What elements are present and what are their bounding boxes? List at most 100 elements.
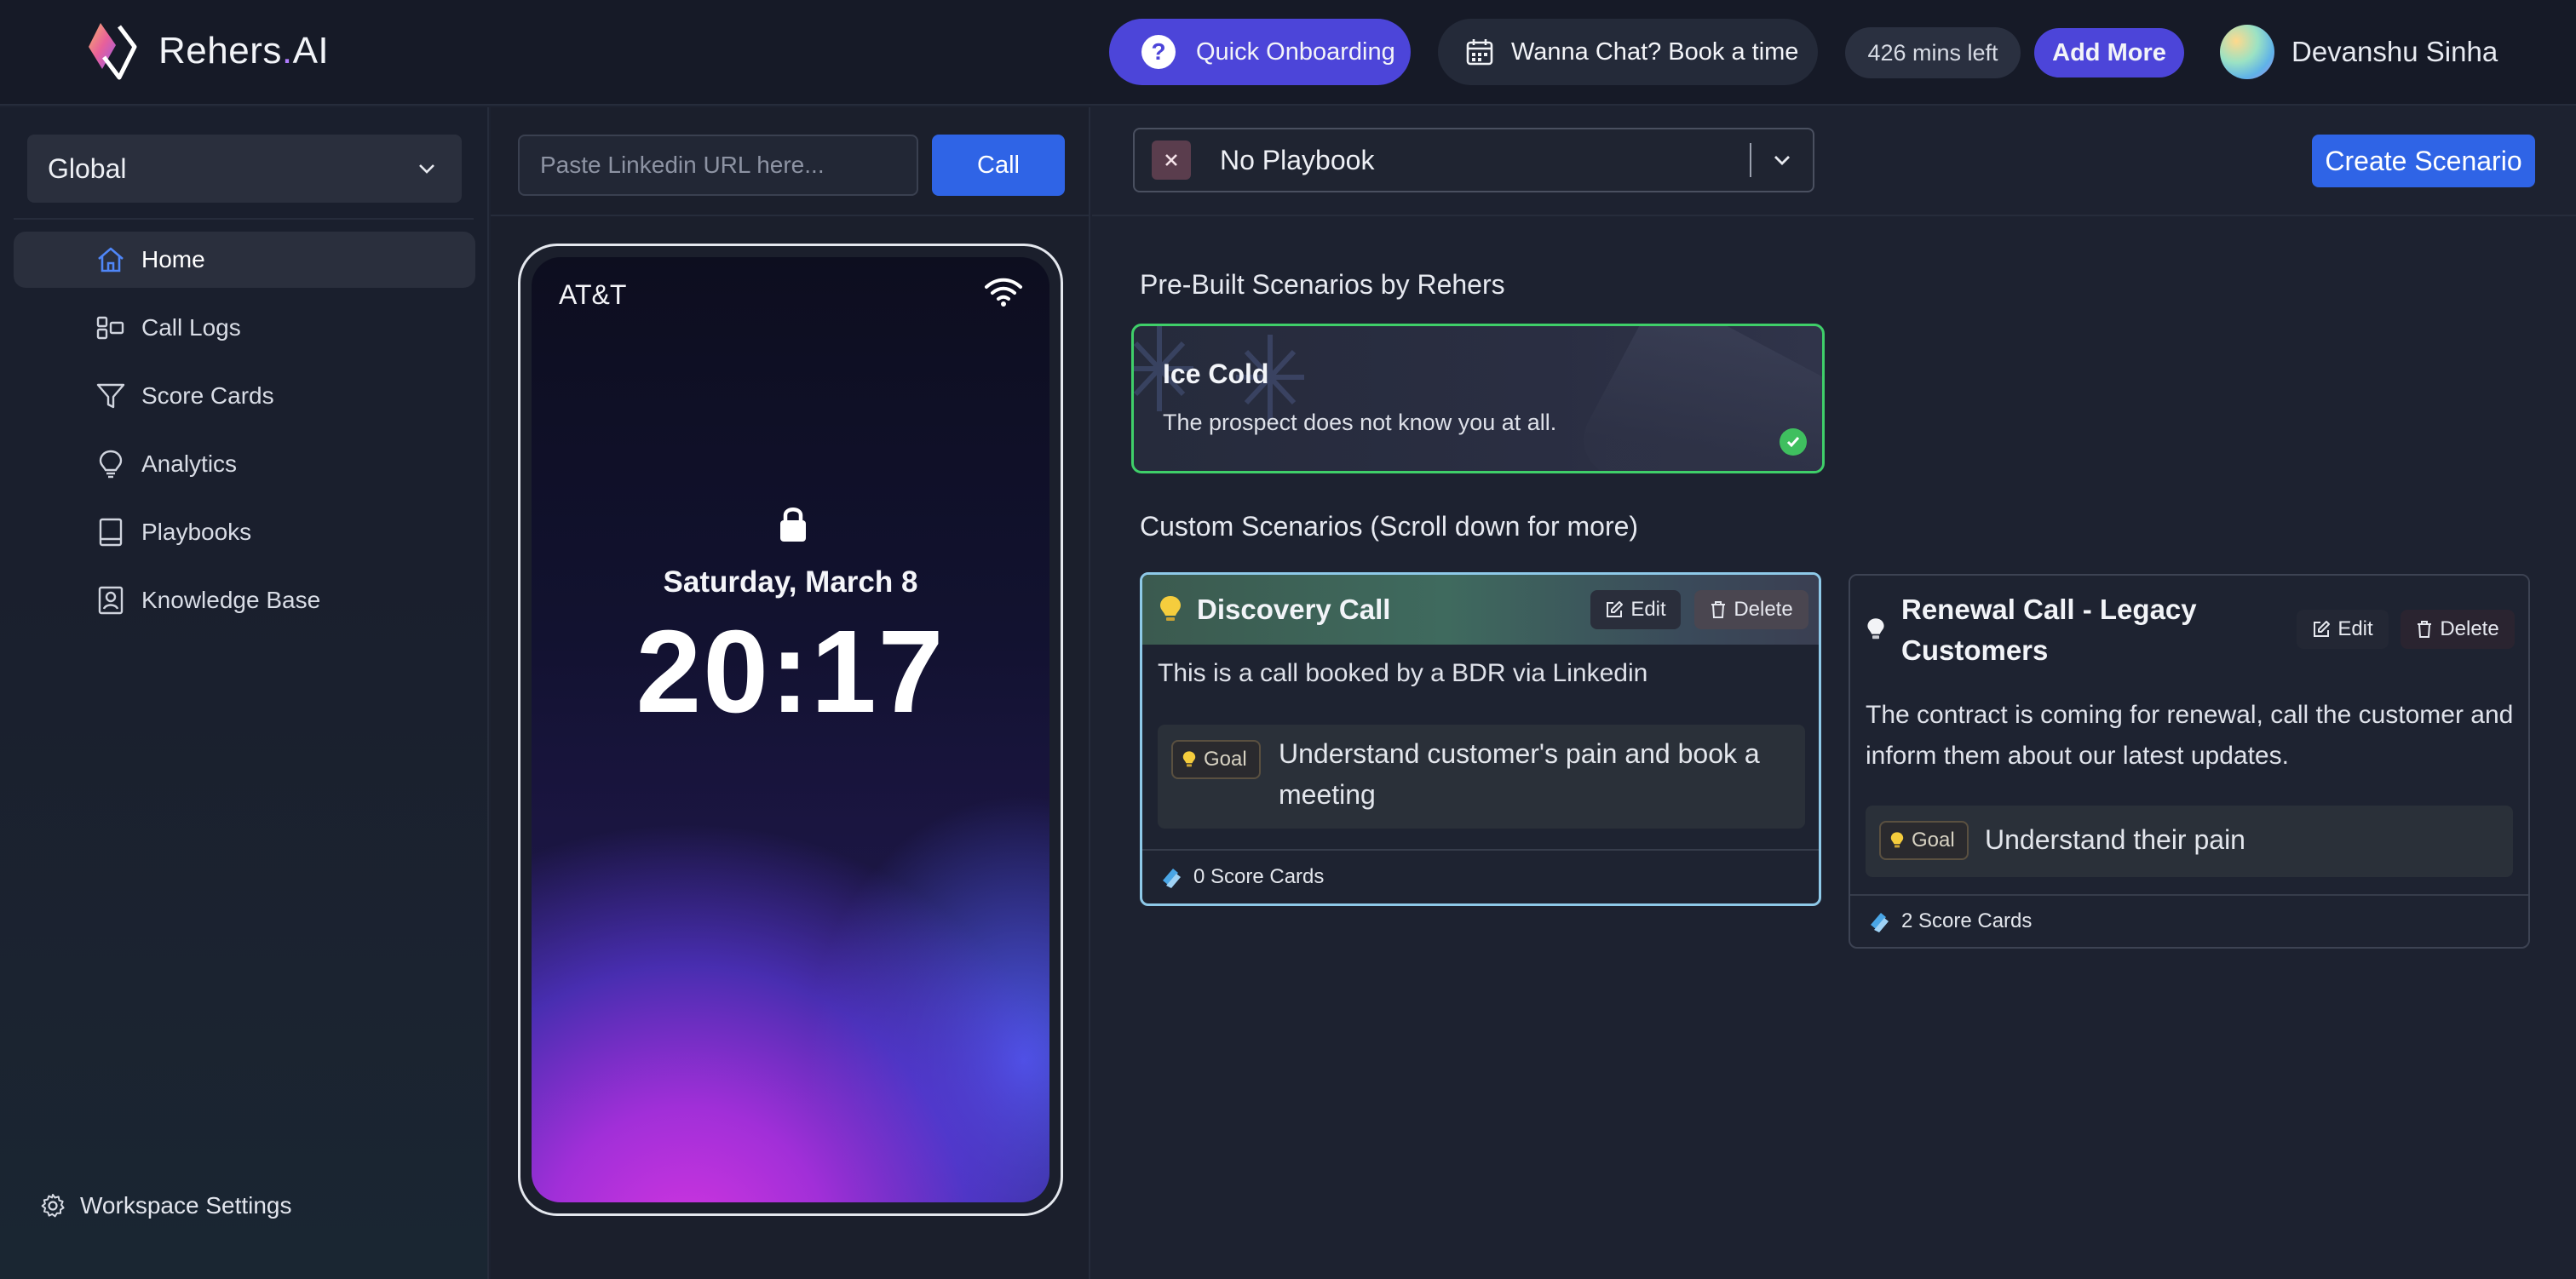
- rehers-logo-icon: [89, 23, 137, 80]
- call-logs-icon: [96, 316, 124, 340]
- scenario-description: The contract is coming for renewal, call…: [1866, 701, 2514, 770]
- playbook-select-value: No Playbook: [1220, 144, 1375, 175]
- delete-label: Delete: [1734, 598, 1793, 621]
- sidebar-item-label: Knowledge Base: [141, 587, 321, 613]
- scenario-card-header: Renewal Call - Legacy Customers Edit Del…: [1850, 576, 2528, 685]
- prebuilt-section-title: Pre-Built Scenarios by Rehers: [1140, 269, 1505, 300]
- close-icon: [1165, 154, 1177, 166]
- scenario-card-renewal-call[interactable]: Renewal Call - Legacy Customers Edit Del…: [1849, 574, 2530, 949]
- lock-screen-time: 20:17: [635, 606, 946, 737]
- goal-badge-label: Goal: [1912, 829, 1955, 852]
- clear-playbook-button[interactable]: [1152, 141, 1191, 180]
- edit-label: Edit: [1630, 598, 1666, 621]
- sidebar-item-home[interactable]: Home: [14, 232, 475, 288]
- minutes-left-badge: 426 mins left: [1845, 27, 2021, 78]
- phone-lock-screen: AT&T Saturday, March 8 20:17: [532, 257, 1049, 1202]
- trash-icon: [2418, 621, 2432, 638]
- goal-badge-label: Goal: [1204, 748, 1247, 771]
- goal-badge: Goal: [1879, 821, 1969, 860]
- top-header: Rehers.AI ? Quick Onboarding Wanna Chat?…: [0, 0, 2576, 106]
- scenario-goal: Goal Understand their pain: [1866, 806, 2513, 877]
- book-chat-label: Wanna Chat? Book a time: [1511, 37, 1799, 66]
- scenario-score-cards[interactable]: 2 Score Cards: [1850, 894, 2528, 947]
- scenario-card-discovery-call[interactable]: Discovery Call Edit Delete This is a cal…: [1140, 572, 1821, 906]
- workspace-select-value: Global: [48, 152, 127, 184]
- sidebar-item-analytics[interactable]: Analytics: [14, 436, 475, 492]
- sidebar-item-label: Home: [141, 246, 205, 272]
- lightbulb-icon: [1182, 751, 1196, 767]
- playbook-dropdown-toggle[interactable]: [1751, 148, 1813, 172]
- book-chat-button[interactable]: Wanna Chat? Book a time: [1438, 19, 1818, 85]
- scenario-goal: Goal Understand customer's pain and book…: [1158, 725, 1805, 829]
- linkedin-url-input[interactable]: Paste Linkedin URL here...: [518, 135, 918, 196]
- gear-icon: [41, 1194, 65, 1218]
- workspace-settings-link[interactable]: Workspace Settings: [39, 1192, 292, 1219]
- edit-scenario-button[interactable]: Edit: [2297, 610, 2389, 649]
- sidebar-item-label: Analytics: [141, 450, 238, 477]
- user-name: Devanshu Sinha: [2291, 36, 2498, 67]
- linkedin-url-placeholder: Paste Linkedin URL here...: [540, 152, 825, 178]
- sidebar-item-score-cards[interactable]: Score Cards: [14, 368, 475, 424]
- selected-check-icon: [1780, 428, 1807, 456]
- logo[interactable]: Rehers.AI: [85, 20, 329, 82]
- lock-icon: [780, 508, 806, 542]
- workspace-settings-label: Workspace Settings: [80, 1192, 292, 1219]
- lightbulb-icon: [1890, 832, 1904, 848]
- panel-divider: [491, 215, 1089, 216]
- lock-screen-date: Saturday, March 8: [663, 565, 918, 599]
- scenario-score-cards[interactable]: 0 Score Cards: [1142, 849, 1819, 903]
- lightbulb-icon: [99, 450, 123, 479]
- user-menu[interactable]: Devanshu Sinha: [2220, 24, 2498, 80]
- sidebar-item-label: Playbooks: [141, 519, 252, 545]
- workspace-select[interactable]: Global: [27, 135, 462, 203]
- sidebar-item-label: Call Logs: [141, 314, 241, 341]
- chevron-down-icon: [1774, 156, 1790, 165]
- home-icon: [98, 247, 124, 272]
- layers-icon: [1871, 913, 1889, 932]
- phone-mockup: AT&T Saturday, March 8 20:17: [518, 244, 1063, 1216]
- playbook-select[interactable]: No Playbook: [1133, 128, 1814, 192]
- sidebar-item-call-logs[interactable]: Call Logs: [14, 300, 475, 356]
- scenario-title: Renewal Call - Legacy Customers: [1901, 594, 2197, 666]
- delete-label: Delete: [2440, 617, 2499, 640]
- delete-scenario-button[interactable]: Delete: [1694, 590, 1808, 629]
- score-cards-count: 2 Score Cards: [1901, 909, 2033, 932]
- wifi-icon: [985, 278, 1022, 307]
- chevron-down-icon: [419, 164, 434, 174]
- scenario-title: Discovery Call: [1197, 594, 1391, 625]
- delete-scenario-button[interactable]: Delete: [2401, 610, 2515, 649]
- edit-scenario-button[interactable]: Edit: [1590, 590, 1681, 629]
- sidebar-item-playbooks[interactable]: Playbooks: [14, 504, 475, 560]
- goal-text: Understand customer's pain and book a me…: [1279, 738, 1760, 810]
- calendar-icon: [1466, 39, 1493, 66]
- lightbulb-icon: [1160, 596, 1181, 621]
- prebuilt-scenario-title: Ice Cold: [1163, 358, 1269, 389]
- contact-icon: [98, 586, 124, 615]
- scenario-description: This is a call booked by a BDR via Linke…: [1158, 659, 1648, 687]
- create-scenario-button[interactable]: Create Scenario: [2312, 135, 2535, 187]
- sidebar-divider: [14, 218, 474, 220]
- add-more-button[interactable]: Add More: [2034, 28, 2184, 77]
- help-icon: ?: [1141, 35, 1176, 69]
- call-button[interactable]: Call: [932, 135, 1065, 196]
- scenario-card-header: Discovery Call Edit Delete: [1142, 575, 1819, 645]
- layers-icon: [1163, 869, 1181, 888]
- edit-icon: [2314, 621, 2331, 637]
- trash-icon: [1711, 601, 1726, 618]
- quick-onboarding-label: Quick Onboarding: [1196, 37, 1395, 66]
- main-divider: [1092, 215, 2576, 216]
- phone-panel: Paste Linkedin URL here... Call AT&T Sat…: [491, 107, 1090, 1279]
- custom-section-title: Custom Scenarios (Scroll down for more): [1140, 511, 1639, 542]
- filter-icon: [96, 383, 125, 409]
- prebuilt-scenario-card[interactable]: Ice Cold The prospect does not know you …: [1131, 324, 1825, 473]
- lightbulb-icon: [1867, 618, 1884, 640]
- prebuilt-scenario-description: The prospect does not know you at all.: [1163, 410, 1557, 435]
- main-content: No Playbook Create Scenario Pre-Built Sc…: [1092, 107, 2576, 1279]
- avatar: [2220, 25, 2274, 79]
- score-cards-count: 0 Score Cards: [1193, 865, 1325, 888]
- quick-onboarding-button[interactable]: ? Quick Onboarding: [1109, 19, 1411, 85]
- sidebar-item-knowledge-base[interactable]: Knowledge Base: [14, 572, 475, 628]
- carrier-label: AT&T: [559, 279, 627, 310]
- sidebar-item-label: Score Cards: [141, 382, 274, 409]
- book-icon: [99, 518, 123, 547]
